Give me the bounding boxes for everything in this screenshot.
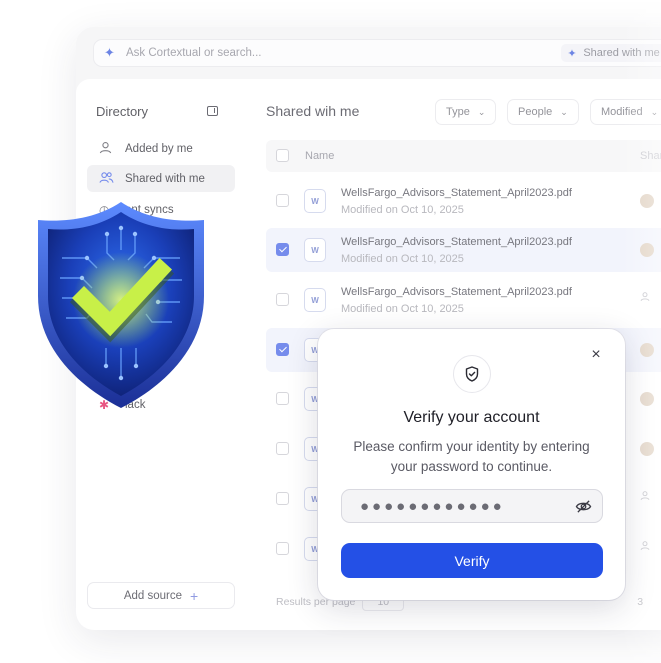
- column-shared: Shar: [640, 150, 661, 162]
- file-name: WellsFargo_Advisors_Statement_April2023.…: [341, 286, 572, 298]
- filter-chip[interactable]: ✦ Shared with me ✕: [561, 44, 661, 62]
- sparkle-icon: ✦: [104, 45, 115, 60]
- file-modified: Modified on Oct 10, 2025: [341, 253, 464, 265]
- sidebar-item-label: Shared with me: [125, 172, 205, 185]
- avatar: [640, 392, 654, 406]
- select-all-checkbox[interactable]: [276, 149, 289, 162]
- user-icon: [640, 291, 650, 305]
- file-name: WellsFargo_Advisors_Statement_April2023.…: [341, 187, 572, 199]
- chevron-down-icon: ⌄: [477, 106, 486, 117]
- table-row[interactable]: W WellsFargo_Advisors_Statement_April202…: [266, 278, 661, 322]
- user-icon: [640, 540, 650, 554]
- search-bar[interactable]: ✦ Ask Cortextual or search... ✦ Shared w…: [93, 39, 661, 67]
- page-count: 3: [637, 595, 644, 608]
- file-name: WellsFargo_Advisors_Statement_April2023.…: [341, 236, 572, 248]
- table-row[interactable]: W WellsFargo_Advisors_Statement_April202…: [266, 179, 661, 223]
- add-source-label: Add source: [123, 589, 182, 602]
- word-file-icon: W: [304, 238, 326, 262]
- collapse-sidebar-icon[interactable]: [207, 106, 218, 116]
- row-checkbox[interactable]: [276, 293, 289, 306]
- modal-description: Please confirm your identity by entering…: [353, 439, 590, 474]
- row-checkbox[interactable]: [276, 343, 289, 356]
- file-modified: Modified on Oct 10, 2025: [341, 303, 464, 315]
- sidebar-item-label: Added by me: [125, 142, 193, 155]
- sparkle-icon: ✦: [567, 47, 577, 60]
- filter-people[interactable]: People ⌄: [507, 99, 579, 125]
- chevron-down-icon: ⌄: [560, 106, 568, 117]
- page-title: Shared wih me: [266, 103, 360, 119]
- password-value: ●●●●●●●●●●●●: [360, 497, 505, 515]
- chevron-down-icon: ⌄: [650, 106, 659, 117]
- sidebar-item-shared-with-me[interactable]: Shared with me: [87, 165, 235, 192]
- row-checkbox[interactable]: [276, 243, 289, 256]
- shield-check-icon: [453, 355, 491, 393]
- table-header: Name Shar: [266, 140, 661, 172]
- word-file-icon: W: [304, 288, 326, 312]
- avatar: [640, 343, 654, 357]
- eye-off-icon[interactable]: [575, 499, 592, 519]
- filter-label: Modified: [601, 106, 643, 118]
- add-source-button[interactable]: Add source +: [87, 582, 235, 609]
- modal-title: Verify your account: [403, 409, 540, 426]
- avatar: [640, 243, 654, 257]
- row-checkbox[interactable]: [276, 492, 289, 505]
- word-file-icon: W: [304, 189, 326, 213]
- filter-modified[interactable]: Modified ⌄: [590, 99, 661, 125]
- row-checkbox[interactable]: [276, 442, 289, 455]
- filter-label: Type: [446, 106, 470, 118]
- user-icon: [99, 141, 115, 157]
- users-icon: [99, 171, 115, 187]
- search-input[interactable]: Ask Cortextual or search...: [126, 47, 561, 59]
- row-checkbox[interactable]: [276, 194, 289, 207]
- close-icon[interactable]: ×: [586, 345, 606, 365]
- avatar: [640, 442, 654, 456]
- password-field[interactable]: ●●●●●●●●●●●●: [341, 489, 603, 523]
- filter-type[interactable]: Type ⌄: [435, 99, 497, 125]
- row-checkbox[interactable]: [276, 542, 289, 555]
- chip-label: Shared with me: [583, 47, 660, 59]
- security-shield-icon: [38, 202, 204, 408]
- table-row[interactable]: W WellsFargo_Advisors_Statement_April202…: [266, 228, 661, 272]
- filter-label: People: [518, 106, 553, 118]
- verify-dialog: × Verify your account Please confirm you…: [318, 329, 625, 600]
- sidebar-title: Directory: [96, 104, 149, 119]
- user-icon: [640, 490, 650, 504]
- plus-icon: +: [190, 587, 199, 604]
- verify-button[interactable]: Verify: [341, 543, 603, 578]
- stage: ✦ Ask Cortextual or search... ✦ Shared w…: [0, 0, 661, 663]
- sidebar-item-added-by-me[interactable]: Added by me: [87, 135, 235, 162]
- column-name: Name: [305, 150, 335, 162]
- file-modified: Modified on Oct 10, 2025: [341, 204, 464, 216]
- avatar: [640, 194, 654, 208]
- row-checkbox[interactable]: [276, 392, 289, 405]
